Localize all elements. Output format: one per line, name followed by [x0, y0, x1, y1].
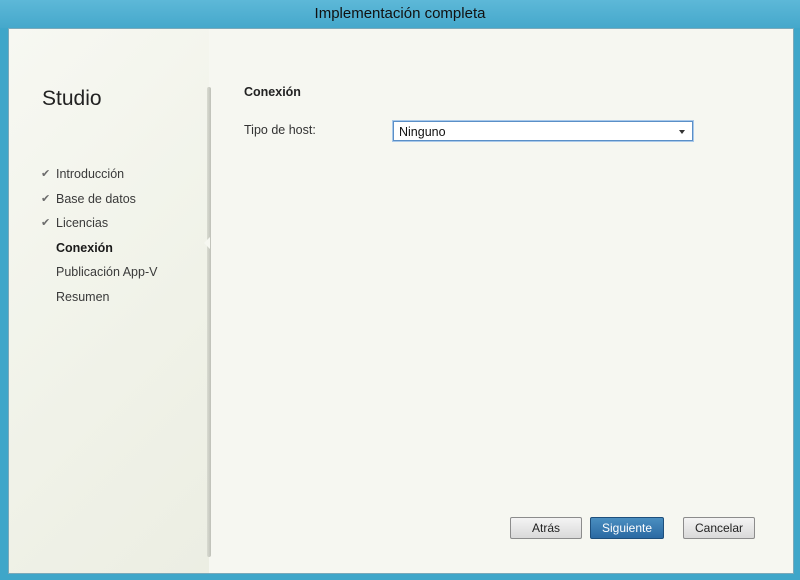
host-type-select[interactable]: Ninguno	[393, 121, 693, 141]
wizard-steps: ✔ Introducción ✔ Base de datos ✔ Licenci…	[41, 162, 157, 310]
window-title-bar: Implementación completa	[0, 0, 800, 28]
host-type-value: Ninguno	[399, 125, 446, 139]
step-label: Licencias	[56, 216, 109, 231]
wizard-sidebar: Studio ✔ Introducción ✔ Base de datos ✔ …	[9, 29, 209, 573]
wizard-content: Conexión Tipo de host: Ninguno Atrás Sig…	[211, 29, 793, 573]
back-button[interactable]: Atrás	[510, 517, 582, 539]
checkmark-icon: ✔	[41, 217, 51, 230]
step-base-de-datos: ✔ Base de datos	[41, 187, 157, 212]
step-resumen: Resumen	[41, 285, 157, 310]
step-conexion: Conexión	[41, 236, 157, 261]
next-button[interactable]: Siguiente	[590, 517, 664, 539]
step-label: Base de datos	[56, 191, 136, 206]
section-title: Conexión	[244, 85, 301, 99]
window-title: Implementación completa	[314, 5, 486, 22]
step-label: Introducción	[56, 167, 125, 181]
host-type-label: Tipo de host:	[244, 123, 316, 137]
dropdown-arrow-icon	[679, 130, 685, 134]
checkmark-icon: ✔	[41, 168, 51, 180]
brand-title: Studio	[42, 87, 102, 110]
cancel-button[interactable]: Cancelar	[683, 517, 755, 539]
current-step-pointer	[204, 237, 210, 249]
step-label: Publicación App-V	[56, 265, 158, 280]
step-licencias: ✔ Licencias	[41, 211, 157, 236]
checkmark-icon: ✔	[41, 192, 51, 205]
step-introduccion: ✔ Introducción	[41, 162, 157, 187]
step-label: Conexión	[56, 240, 113, 255]
step-label: Resumen	[56, 289, 110, 304]
step-publicacion-app-v: Publicación App-V	[41, 260, 157, 285]
wizard-window: Studio ✔ Introducción ✔ Base de datos ✔ …	[8, 28, 794, 574]
